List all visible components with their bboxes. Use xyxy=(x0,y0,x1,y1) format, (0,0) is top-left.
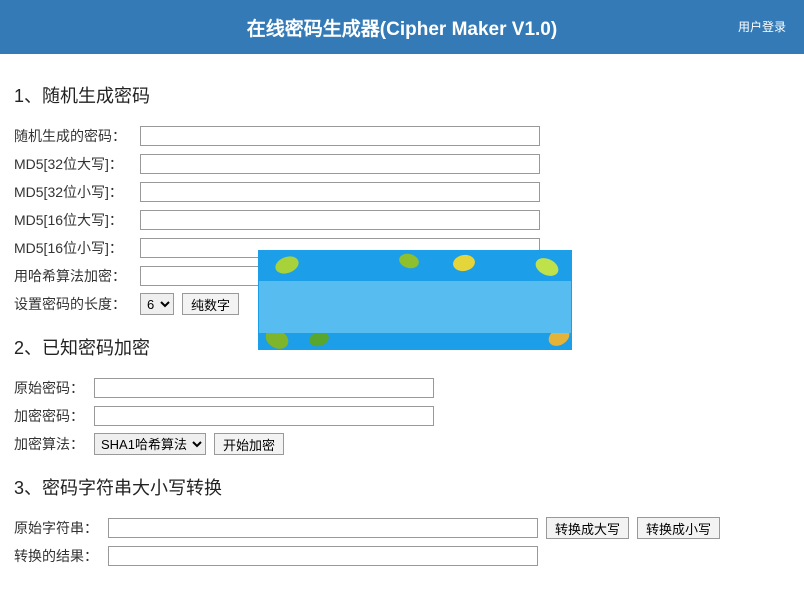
label-md5-32-upper: MD5[32位大写]： xyxy=(14,154,140,174)
label-set-length: 设置密码的长度： xyxy=(14,294,140,314)
button-to-upper[interactable]: 转换成大写 xyxy=(546,517,629,539)
label-original-str: 原始字符串： xyxy=(14,518,108,538)
input-result[interactable] xyxy=(108,546,538,566)
label-result: 转换的结果： xyxy=(14,546,108,566)
section1-title: 1、随机生成密码 xyxy=(14,82,790,108)
label-algorithm: 加密算法： xyxy=(14,434,94,454)
label-hash-encrypt: 用哈希算法加密： xyxy=(14,266,140,286)
input-original-pwd[interactable] xyxy=(94,378,434,398)
select-length[interactable]: 6 xyxy=(140,293,174,315)
input-md5-32-lower[interactable] xyxy=(140,182,540,202)
button-to-lower[interactable]: 转换成小写 xyxy=(637,517,720,539)
ad-banner xyxy=(258,250,572,350)
input-generated[interactable] xyxy=(140,126,540,146)
label-md5-16-upper: MD5[16位大写]： xyxy=(14,210,140,230)
label-md5-32-lower: MD5[32位小写]： xyxy=(14,182,140,202)
button-start-encrypt[interactable]: 开始加密 xyxy=(214,433,284,455)
page-title: 在线密码生成器(Cipher Maker V1.0) xyxy=(247,14,557,41)
login-link[interactable]: 用户登录 xyxy=(738,18,786,35)
select-algorithm[interactable]: SHA1哈希算法 xyxy=(94,433,206,455)
input-md5-16-upper[interactable] xyxy=(140,210,540,230)
input-original-str[interactable] xyxy=(108,518,538,538)
button-pure-digits[interactable]: 纯数字 xyxy=(182,293,239,315)
input-md5-32-upper[interactable] xyxy=(140,154,540,174)
header: 在线密码生成器(Cipher Maker V1.0) 用户登录 xyxy=(0,0,804,54)
label-md5-16-lower: MD5[16位小写]： xyxy=(14,238,140,258)
label-encrypted-pwd: 加密密码： xyxy=(14,406,94,426)
label-original-pwd: 原始密码： xyxy=(14,378,94,398)
section3-title: 3、密码字符串大小写转换 xyxy=(14,474,790,500)
input-encrypted-pwd[interactable] xyxy=(94,406,434,426)
label-generated: 随机生成的密码： xyxy=(14,126,140,146)
